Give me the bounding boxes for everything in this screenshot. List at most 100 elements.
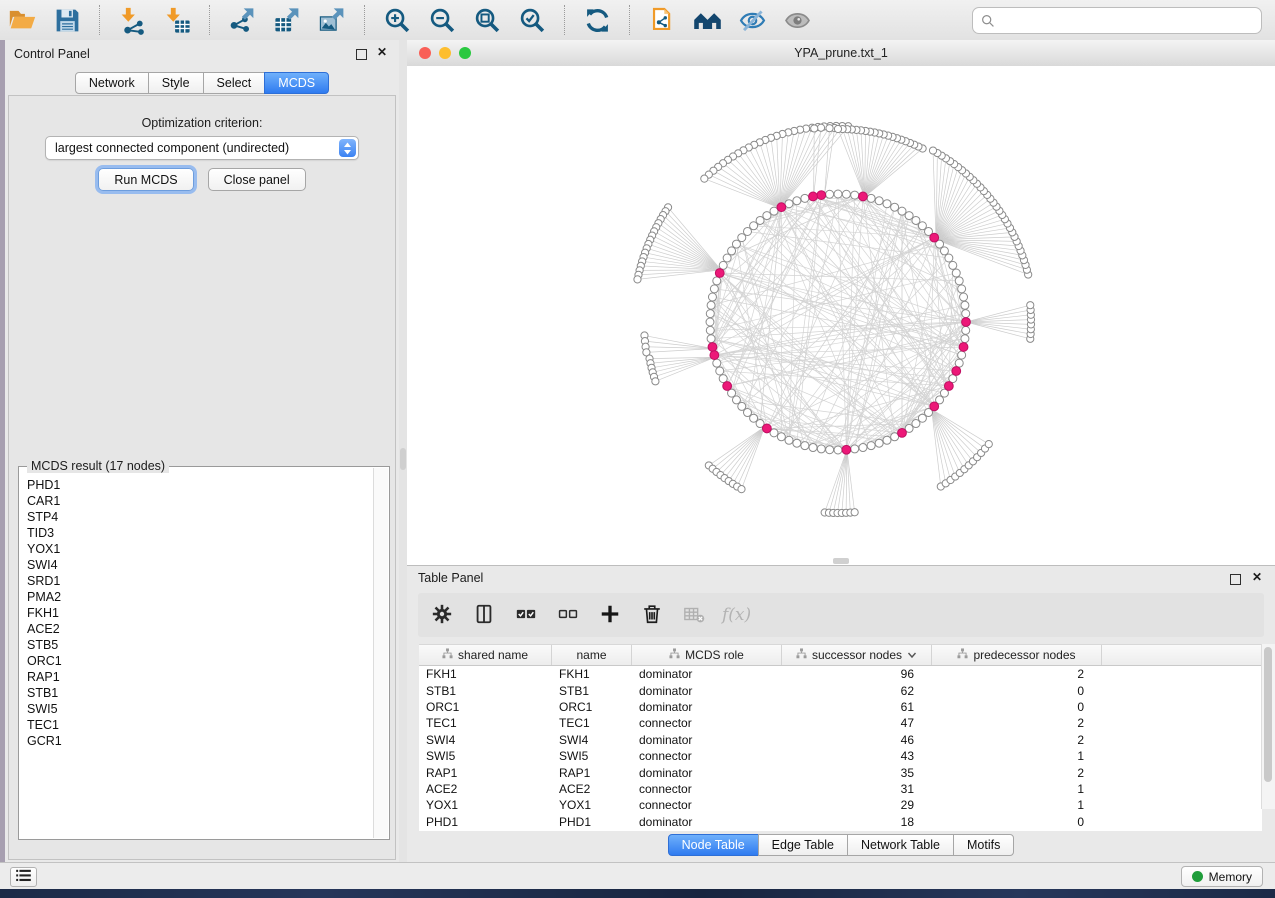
cell-role[interactable]: dominator [632, 667, 782, 681]
mcds-result-item[interactable]: SRD1 [27, 573, 374, 589]
cell-successors[interactable]: 47 [782, 716, 932, 730]
cell-successors[interactable]: 31 [782, 782, 932, 796]
cell-role[interactable]: dominator [632, 815, 782, 829]
search-input[interactable] [995, 14, 1261, 28]
cell-name[interactable]: ACE2 [552, 782, 632, 796]
cell-shared_name[interactable]: FKH1 [419, 667, 552, 681]
column-header-successor-nodes[interactable]: successor nodes [782, 645, 932, 665]
column-header-shared-name[interactable]: shared name [419, 645, 552, 665]
table-row[interactable]: ORC1ORC1dominator610 [419, 699, 1262, 715]
zoom-selected-button[interactable] [512, 3, 552, 37]
export-image-button[interactable] [312, 3, 352, 37]
cell-successors[interactable]: 62 [782, 684, 932, 698]
tab-style[interactable]: Style [148, 72, 204, 94]
first-neighbors-button[interactable] [687, 3, 727, 37]
cell-successors[interactable]: 29 [782, 798, 932, 812]
cell-shared_name[interactable]: ACE2 [419, 782, 552, 796]
cell-role[interactable]: connector [632, 782, 782, 796]
mcds-result-item[interactable]: STP4 [27, 509, 374, 525]
tab-edge-table[interactable]: Edge Table [758, 834, 848, 856]
canvas-splitter-grip[interactable] [833, 558, 849, 564]
cell-shared_name[interactable]: ORC1 [419, 700, 552, 714]
cell-predecessors[interactable]: 1 [932, 782, 1102, 796]
mcds-result-item[interactable]: TID3 [27, 525, 374, 541]
tab-mcds[interactable]: MCDS [264, 72, 329, 94]
mcds-result-item[interactable]: ACE2 [27, 621, 374, 637]
mcds-result-item[interactable]: STB5 [27, 637, 374, 653]
cell-role[interactable]: dominator [632, 684, 782, 698]
cell-predecessors[interactable]: 0 [932, 684, 1102, 698]
import-network-button[interactable] [112, 3, 152, 37]
cell-role[interactable]: connector [632, 749, 782, 763]
cell-name[interactable]: ORC1 [552, 700, 632, 714]
export-table-button[interactable] [267, 3, 307, 37]
search-box[interactable] [972, 7, 1262, 34]
cell-name[interactable]: TEC1 [552, 716, 632, 730]
save-button[interactable] [47, 3, 87, 37]
status-menu-button[interactable] [10, 867, 37, 887]
table-row[interactable]: SWI4SWI4dominator462 [419, 732, 1262, 748]
cell-shared_name[interactable]: SWI4 [419, 733, 552, 747]
mcds-result-item[interactable]: TEC1 [27, 717, 374, 733]
cell-shared_name[interactable]: SWI5 [419, 749, 552, 763]
mcds-result-item[interactable]: STB1 [27, 685, 374, 701]
add-row-button[interactable] [596, 600, 624, 630]
cell-predecessors[interactable]: 1 [932, 749, 1102, 763]
cell-successors[interactable]: 46 [782, 733, 932, 747]
tab-network-table[interactable]: Network Table [847, 834, 954, 856]
table-scrollbar[interactable] [1261, 644, 1275, 809]
cell-name[interactable]: SWI5 [552, 749, 632, 763]
criterion-dropdown[interactable]: largest connected component (undirected) [45, 136, 359, 160]
network-from-file-button[interactable] [642, 3, 682, 37]
memory-button[interactable]: Memory [1181, 866, 1263, 887]
cell-predecessors[interactable]: 2 [932, 667, 1102, 681]
cell-predecessors[interactable]: 2 [932, 733, 1102, 747]
float-icon[interactable] [356, 49, 367, 60]
mcds-result-item[interactable]: SWI4 [27, 557, 374, 573]
cell-shared_name[interactable]: STB1 [419, 684, 552, 698]
table-row[interactable]: SWI5SWI5connector431 [419, 748, 1262, 764]
cell-role[interactable]: dominator [632, 733, 782, 747]
table-row[interactable]: YOX1YOX1connector291 [419, 797, 1262, 813]
cell-shared_name[interactable]: RAP1 [419, 766, 552, 780]
cell-predecessors[interactable]: 2 [932, 716, 1102, 730]
mcds-result-item[interactable]: YOX1 [27, 541, 374, 557]
cell-shared_name[interactable]: PHD1 [419, 815, 552, 829]
cell-successors[interactable]: 61 [782, 700, 932, 714]
mcds-result-item[interactable]: SWI5 [27, 701, 374, 717]
cell-successors[interactable]: 96 [782, 667, 932, 681]
cell-successors[interactable]: 18 [782, 815, 932, 829]
cell-role[interactable]: dominator [632, 766, 782, 780]
cell-role[interactable]: connector [632, 798, 782, 812]
tab-network[interactable]: Network [75, 72, 149, 94]
hide-selected-button[interactable] [732, 3, 772, 37]
table-row[interactable]: STB1STB1dominator620 [419, 682, 1262, 698]
cell-successors[interactable]: 35 [782, 766, 932, 780]
close-icon[interactable]: ✕ [1252, 570, 1262, 584]
cell-shared_name[interactable]: YOX1 [419, 798, 552, 812]
cell-predecessors[interactable]: 0 [932, 700, 1102, 714]
column-header-predecessor-nodes[interactable]: predecessor nodes [932, 645, 1102, 665]
result-list-scrollbar[interactable] [373, 468, 388, 838]
tab-select[interactable]: Select [203, 72, 266, 94]
cell-name[interactable]: YOX1 [552, 798, 632, 812]
delete-row-button[interactable] [638, 600, 666, 630]
mcds-result-item[interactable]: CAR1 [27, 493, 374, 509]
cell-role[interactable]: dominator [632, 700, 782, 714]
cell-role[interactable]: connector [632, 716, 782, 730]
import-table-button[interactable] [157, 3, 197, 37]
cell-name[interactable]: SWI4 [552, 733, 632, 747]
show-all-button[interactable] [777, 3, 817, 37]
run-mcds-button[interactable]: Run MCDS [98, 168, 193, 191]
mcds-result-item[interactable]: ORC1 [27, 653, 374, 669]
scrollbar-thumb[interactable] [1264, 647, 1272, 782]
cell-successors[interactable]: 43 [782, 749, 932, 763]
mcds-result-item[interactable]: PMA2 [27, 589, 374, 605]
splitter-grip[interactable] [400, 448, 406, 470]
mcds-result-item[interactable]: GCR1 [27, 733, 374, 749]
network-canvas[interactable] [407, 66, 1275, 565]
cell-name[interactable]: STB1 [552, 684, 632, 698]
open-button[interactable] [2, 3, 42, 37]
table-row[interactable]: ACE2ACE2connector311 [419, 781, 1262, 797]
cell-shared_name[interactable]: TEC1 [419, 716, 552, 730]
